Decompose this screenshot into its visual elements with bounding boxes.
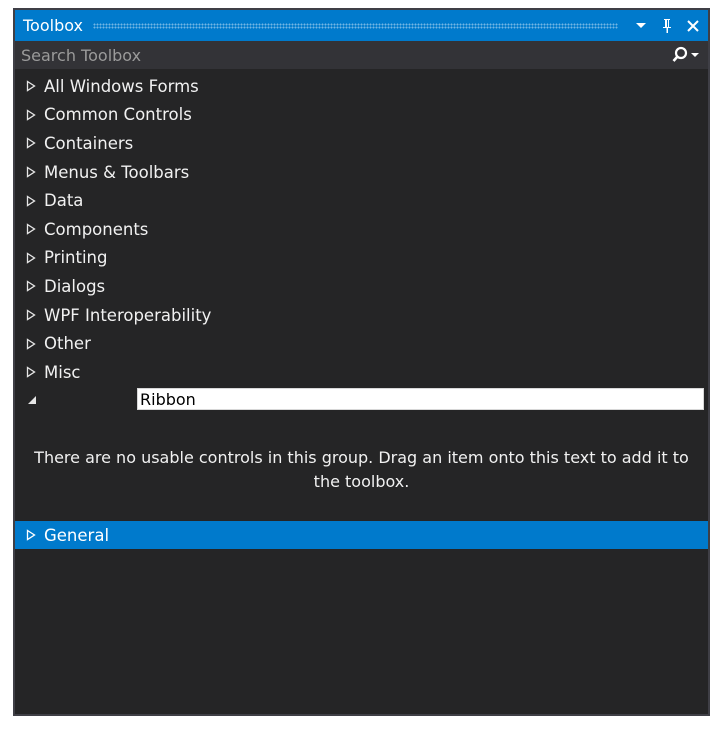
window-title: Toolbox <box>23 16 83 35</box>
search-input[interactable] <box>15 41 664 69</box>
group-misc[interactable]: Misc <box>15 358 708 387</box>
search-icon <box>672 46 699 62</box>
toolbox-titlebar[interactable]: Toolbox <box>15 10 708 41</box>
group-label: Containers <box>44 133 134 153</box>
group-printing[interactable]: Printing <box>15 244 708 273</box>
search-options-button[interactable] <box>664 42 708 68</box>
empty-group-message: There are no usable controls in this gro… <box>34 448 689 491</box>
toolbox-panel: Toolbox All Windows Forms <box>13 8 710 716</box>
window-position-dropdown-button[interactable] <box>630 15 652 37</box>
group-label: All Windows Forms <box>44 76 199 96</box>
close-icon <box>687 19 699 32</box>
collapsed-arrow-icon[interactable] <box>24 165 38 179</box>
collapsed-arrow-icon[interactable] <box>24 308 38 322</box>
group-wpf-interoperability[interactable]: WPF Interoperability <box>15 301 708 330</box>
group-menus-toolbars[interactable]: Menus & Toolbars <box>15 158 708 187</box>
toolbox-group-tree: All Windows Forms Common Controls Containe… <box>15 72 708 387</box>
group-dialogs[interactable]: Dialogs <box>15 272 708 301</box>
group-containers[interactable]: Containers <box>15 129 708 158</box>
group-label: Components <box>44 219 149 239</box>
collapsed-arrow-icon[interactable] <box>24 365 38 379</box>
chevron-down-icon <box>636 22 646 28</box>
group-common-controls[interactable]: Common Controls <box>15 101 708 130</box>
collapsed-arrow-icon[interactable] <box>24 251 38 265</box>
collapsed-arrow-icon[interactable] <box>24 528 38 542</box>
collapsed-arrow-icon[interactable] <box>24 194 38 208</box>
group-data[interactable]: Data <box>15 186 708 215</box>
ribbon-group-row[interactable] <box>15 388 708 412</box>
collapsed-arrow-icon[interactable] <box>24 337 38 351</box>
group-label: General <box>44 525 110 545</box>
group-label: Menus & Toolbars <box>44 162 190 182</box>
pin-button[interactable] <box>656 15 678 37</box>
group-label: WPF Interoperability <box>44 305 212 325</box>
group-all-windows-forms[interactable]: All Windows Forms <box>15 72 708 101</box>
collapsed-arrow-icon[interactable] <box>24 108 38 122</box>
group-label: Other <box>44 334 91 354</box>
group-components[interactable]: Components <box>15 215 708 244</box>
collapsed-arrow-icon[interactable] <box>24 279 38 293</box>
group-label: Printing <box>44 248 108 268</box>
expanded-arrow-icon[interactable] <box>25 393 39 407</box>
group-label: Dialogs <box>44 276 106 296</box>
collapsed-arrow-icon[interactable] <box>24 79 38 93</box>
close-button[interactable] <box>682 15 704 37</box>
collapsed-arrow-icon[interactable] <box>24 136 38 150</box>
group-rename-input[interactable] <box>137 388 704 410</box>
pin-icon <box>663 18 671 33</box>
titlebar-grip[interactable] <box>93 22 618 29</box>
group-label: Common Controls <box>44 105 192 125</box>
group-label: Data <box>44 191 84 211</box>
search-bar <box>15 41 708 69</box>
group-general[interactable]: General <box>15 521 708 549</box>
collapsed-arrow-icon[interactable] <box>24 222 38 236</box>
group-other[interactable]: Other <box>15 329 708 358</box>
group-label: Misc <box>44 362 81 382</box>
